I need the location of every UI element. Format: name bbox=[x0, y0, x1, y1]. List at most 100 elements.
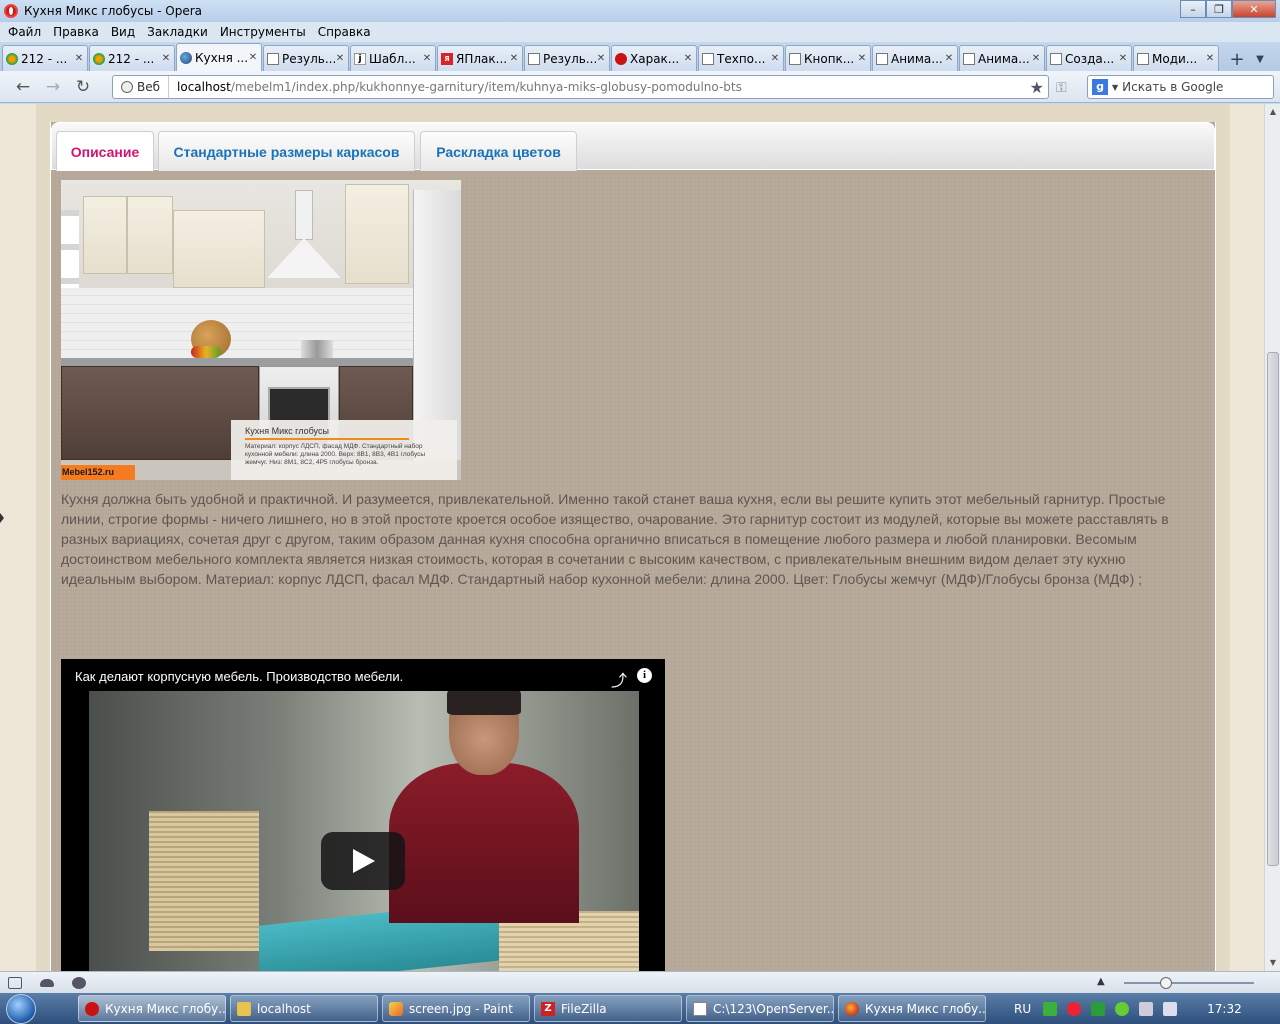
reload-button[interactable]: ↻ bbox=[68, 74, 98, 100]
key-icon[interactable]: ⚿ bbox=[1056, 80, 1067, 96]
site-info-button[interactable]: Веб bbox=[113, 76, 170, 98]
maximize-button[interactable]: ❐ bbox=[1206, 0, 1232, 18]
browser-tab[interactable]: Я ЯПлак... ✕ bbox=[437, 45, 523, 71]
start-button[interactable] bbox=[0, 993, 42, 1024]
taskbar-paint[interactable]: screen.jpg - Paint bbox=[382, 995, 530, 1022]
taskbar-opera[interactable]: Кухня Микс глобу... bbox=[78, 995, 226, 1022]
menu-help[interactable]: Справка bbox=[312, 25, 377, 39]
image-caption-box: Кухня Микс глобусы Материал: корпус ЛДСП… bbox=[231, 420, 457, 480]
forward-button[interactable]: → bbox=[38, 74, 68, 100]
menu-edit[interactable]: Правка bbox=[47, 25, 105, 39]
view-up-icon[interactable]: ▲ bbox=[1097, 976, 1105, 987]
menu-view[interactable]: Вид bbox=[105, 25, 141, 39]
menu-tools[interactable]: Инструменты bbox=[214, 25, 312, 39]
clock[interactable]: 17:32 bbox=[1207, 1002, 1242, 1016]
share-icon[interactable]: ⤴ bbox=[611, 667, 627, 691]
browser-tab[interactable]: Кнопк... ✕ bbox=[785, 45, 871, 71]
document-icon bbox=[267, 52, 279, 65]
green-circle-icon[interactable] bbox=[1115, 1001, 1130, 1016]
youtube-video-player[interactable]: Как делают корпусную мебель. Производств… bbox=[61, 659, 665, 971]
search-input[interactable]: Искать в Google bbox=[1122, 80, 1223, 94]
windows-logo-icon bbox=[6, 993, 36, 1024]
browser-tab[interactable]: 212 - ... ✕ bbox=[89, 45, 175, 71]
scrollbar-thumb[interactable] bbox=[1267, 352, 1279, 866]
video-title[interactable]: Как делают корпусную мебель. Производств… bbox=[75, 669, 403, 684]
address-bar[interactable]: Веб localhost/mebelm1/index.php/kukhonny… bbox=[112, 75, 1049, 99]
tab-menu-icon[interactable]: ▼ bbox=[1250, 47, 1270, 71]
url-text[interactable]: localhost/mebelm1/index.php/kukhonnye-ga… bbox=[169, 80, 742, 94]
folder-icon bbox=[237, 1001, 251, 1016]
document-icon bbox=[789, 52, 801, 65]
opera-logo-icon bbox=[4, 4, 18, 18]
unite-cloud-icon[interactable] bbox=[40, 978, 54, 987]
back-button[interactable]: ← bbox=[8, 74, 38, 100]
zoom-slider-knob[interactable] bbox=[1160, 977, 1172, 989]
browser-tab[interactable]: Резуль... ✕ bbox=[263, 45, 349, 71]
tab-close-icon[interactable]: ✕ bbox=[683, 53, 693, 64]
network-icon[interactable] bbox=[1139, 1001, 1154, 1016]
vertical-scrollbar[interactable]: ▲ ▼ bbox=[1264, 104, 1280, 971]
minimize-button[interactable]: – bbox=[1180, 0, 1206, 18]
browser-tab[interactable]: Техпо... ✕ bbox=[698, 45, 784, 71]
flag-icon[interactable] bbox=[1043, 1001, 1058, 1016]
taskbar-localhost[interactable]: localhost bbox=[230, 995, 378, 1022]
tab-close-icon[interactable]: ✕ bbox=[596, 53, 606, 64]
taskbar-filezilla[interactable]: Z FileZilla bbox=[534, 995, 682, 1022]
web-icon bbox=[121, 81, 133, 93]
opera-icon bbox=[85, 1001, 99, 1016]
tab-close-icon[interactable]: ✕ bbox=[509, 53, 519, 64]
browser-tab[interactable]: 212 - ... ✕ bbox=[2, 45, 88, 71]
tab-close-icon[interactable]: ✕ bbox=[335, 53, 345, 64]
yandex-icon: Я bbox=[441, 52, 453, 65]
new-tab-button[interactable]: + bbox=[1224, 47, 1250, 71]
opera-icon bbox=[615, 52, 627, 65]
tab-close-icon[interactable]: ✕ bbox=[422, 53, 432, 64]
tab-close-icon[interactable]: ✕ bbox=[857, 53, 867, 64]
language-indicator[interactable]: RU bbox=[1014, 1002, 1031, 1016]
tab-close-icon[interactable]: ✕ bbox=[1118, 53, 1128, 64]
tab-close-icon[interactable]: ✕ bbox=[74, 53, 84, 64]
browser-tab[interactable]: j Шабл... ✕ bbox=[350, 45, 436, 71]
tab-close-icon[interactable]: ✕ bbox=[161, 53, 171, 64]
turbo-icon[interactable] bbox=[72, 976, 86, 989]
search-engine-dropdown-icon[interactable]: ▼ bbox=[1112, 83, 1118, 92]
tab-frame-sizes[interactable]: Стандартные размеры каркасов bbox=[158, 131, 415, 171]
scroll-up-icon[interactable]: ▲ bbox=[1265, 104, 1280, 120]
play-button[interactable] bbox=[321, 832, 405, 890]
tab-close-icon[interactable]: ✕ bbox=[248, 52, 258, 63]
browser-tab[interactable]: Харак... ✕ bbox=[611, 45, 697, 71]
scroll-down-icon[interactable]: ▼ bbox=[1265, 955, 1280, 971]
backsplash bbox=[61, 288, 413, 358]
menu-bookmarks[interactable]: Закладки bbox=[141, 25, 214, 39]
close-button[interactable]: ✕ bbox=[1232, 0, 1276, 18]
joomla-icon bbox=[93, 52, 105, 65]
tab-close-icon[interactable]: ✕ bbox=[1205, 53, 1215, 64]
taskbar-notepad[interactable]: C:\123\OpenServer... bbox=[686, 995, 834, 1022]
taskbar-firefox[interactable]: Кухня Микс глобу... bbox=[838, 995, 986, 1022]
panel-toggle-icon[interactable] bbox=[0, 513, 4, 523]
info-icon[interactable]: i bbox=[637, 668, 652, 683]
tab-close-icon[interactable]: ✕ bbox=[770, 53, 780, 64]
tab-close-icon[interactable]: ✕ bbox=[944, 53, 954, 64]
browser-tab[interactable]: Анима... ✕ bbox=[959, 45, 1045, 71]
notepad-icon bbox=[693, 1001, 707, 1016]
browser-tab[interactable]: Созда... ✕ bbox=[1046, 45, 1132, 71]
opera-tray-icon[interactable] bbox=[1067, 1001, 1082, 1016]
panel-icon[interactable] bbox=[8, 976, 22, 989]
bookmark-star-icon[interactable]: ★ bbox=[1030, 78, 1044, 97]
google-icon[interactable]: g bbox=[1092, 79, 1108, 95]
document-icon bbox=[1137, 52, 1149, 65]
browser-tab[interactable]: Моди... ✕ bbox=[1133, 45, 1219, 71]
browser-tab[interactable]: Резуль... ✕ bbox=[524, 45, 610, 71]
tab-close-icon[interactable]: ✕ bbox=[1031, 53, 1041, 64]
tab-description[interactable]: Описание bbox=[56, 131, 154, 171]
browser-tab[interactable]: Анима... ✕ bbox=[872, 45, 958, 71]
search-box[interactable]: g ▼ Искать в Google bbox=[1087, 75, 1274, 99]
fruit bbox=[191, 346, 221, 358]
menu-file[interactable]: Файл bbox=[2, 25, 47, 39]
tab-color-layout[interactable]: Раскладка цветов bbox=[420, 131, 577, 171]
check-icon[interactable] bbox=[1091, 1001, 1106, 1016]
volume-icon[interactable] bbox=[1163, 1001, 1178, 1016]
browser-tab-active[interactable]: Кухня ... ✕ bbox=[176, 43, 262, 71]
zoom-slider[interactable] bbox=[1124, 982, 1254, 984]
